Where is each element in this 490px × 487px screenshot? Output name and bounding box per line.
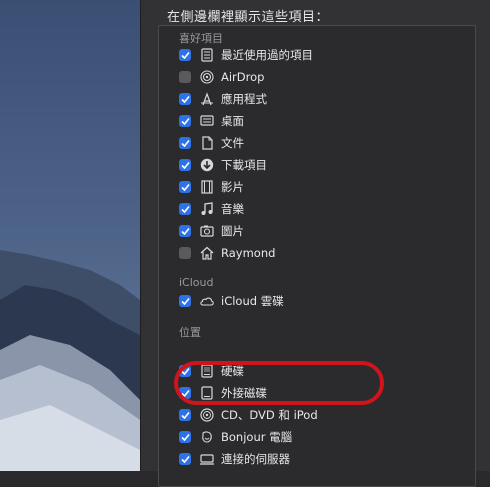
checkbox[interactable] [179,49,191,61]
checkbox[interactable] [179,71,191,83]
item-label: Bonjour 電腦 [221,430,293,444]
list-item-music[interactable]: 音樂 [179,199,439,219]
checkbox[interactable] [179,203,191,215]
section-locations: 位置 [179,326,201,339]
list-item-movies[interactable]: 影片 [179,177,439,197]
checkbox[interactable] [179,115,191,127]
item-label: iCloud 雲碟 [221,294,284,308]
list-item-recents[interactable]: 最近使用過的項目 [179,45,439,65]
item-label: 音樂 [221,202,244,216]
checkbox[interactable] [179,159,191,171]
section-favorites: 喜好項目 [179,32,223,45]
desktop-wallpaper [0,0,140,471]
airdrop-icon [199,69,215,85]
item-label: 影片 [221,180,244,194]
checkbox[interactable] [179,93,191,105]
recents-icon [199,47,215,63]
checkbox[interactable] [179,181,191,193]
checkbox[interactable] [179,295,191,307]
item-label: 圖片 [221,224,244,238]
item-label: 桌面 [221,114,244,128]
applications-icon [199,91,215,107]
list-item-connected-servers[interactable]: 連接的伺服器 [179,449,439,469]
item-label: 連接的伺服器 [221,452,290,466]
checkbox[interactable] [179,225,191,237]
pictures-icon [199,223,215,239]
sidebar-items-list[interactable]: 喜好項目 最近使用過的項目 AirDrop 應用程式 桌面 文件 下載項目 影片… [158,25,476,487]
pane-heading: 在側邊欄裡顯示這些項目： [167,10,330,25]
item-label: 下載項目 [221,158,267,172]
item-label: AirDrop [221,70,265,84]
item-label: 最近使用過的項目 [221,48,313,62]
list-item-desktop[interactable]: 桌面 [179,111,439,131]
checkbox[interactable] [179,409,191,421]
item-label: 應用程式 [221,92,267,106]
server-icon [199,451,215,467]
checkbox[interactable] [179,247,191,259]
bonjour-icon [199,429,215,445]
home-icon [199,245,215,261]
mountain-landscape [0,0,140,471]
movies-icon [199,179,215,195]
list-item-pictures[interactable]: 圖片 [179,221,439,241]
desktop-icon [199,113,215,129]
downloads-icon [199,157,215,173]
item-label: CD、DVD 和 iPod [221,408,318,422]
section-icloud: iCloud [179,276,214,289]
list-item-airdrop[interactable]: AirDrop [179,67,439,87]
cd-dvd-icon [199,407,215,423]
list-item-cd-dvd-ipod[interactable]: CD、DVD 和 iPod [179,405,439,425]
list-item-applications[interactable]: 應用程式 [179,89,439,109]
checkbox[interactable] [179,453,191,465]
highlight-annotation [174,361,384,405]
music-icon [199,201,215,217]
list-item-home[interactable]: Raymond [179,243,439,263]
list-item-bonjour[interactable]: Bonjour 電腦 [179,427,439,447]
checkbox[interactable] [179,431,191,443]
list-item-icloud-drive[interactable]: iCloud 雲碟 [179,291,439,311]
list-item-downloads[interactable]: 下載項目 [179,155,439,175]
item-label: Raymond [221,246,276,260]
item-label: 文件 [221,136,244,150]
documents-icon [199,135,215,151]
cloud-icon [199,293,215,309]
checkbox[interactable] [179,137,191,149]
list-item-documents[interactable]: 文件 [179,133,439,153]
